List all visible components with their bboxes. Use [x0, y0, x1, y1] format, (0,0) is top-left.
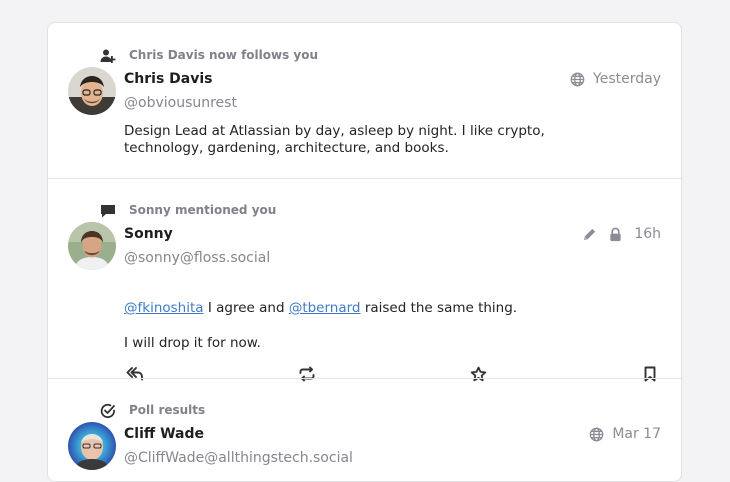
timestamp[interactable]: 16h — [634, 226, 661, 242]
notifications-list: Chris Davis now follows you Chris Davis … — [47, 22, 682, 482]
notification-meta: Mar 17 — [589, 426, 661, 442]
globe-icon — [570, 72, 585, 87]
pencil-icon — [582, 227, 597, 242]
notification-meta: 16h — [582, 226, 661, 242]
person-add-icon — [98, 46, 118, 66]
notification-poll[interactable]: Poll results Cliff Wade @CliffWade@allth… — [48, 379, 681, 481]
notification-context-label: Chris Davis now follows you — [129, 48, 319, 62]
avatar[interactable] — [68, 222, 116, 270]
notification-follow[interactable]: Chris Davis now follows you Chris Davis … — [48, 23, 681, 178]
speech-bubble-icon — [98, 201, 118, 221]
author-name[interactable]: Chris Davis — [124, 71, 212, 87]
author-handle[interactable]: @obviousunrest — [124, 95, 237, 111]
author-handle[interactable]: @sonny@floss.social — [124, 250, 270, 266]
author-name[interactable]: Cliff Wade — [124, 426, 204, 442]
timestamp[interactable]: Yesterday — [593, 71, 661, 87]
profile-bio: Design Lead at Atlassian by day, asleep … — [124, 123, 545, 156]
post-paragraph: I will drop it for now. — [124, 335, 261, 351]
notification-context-label: Poll results — [129, 403, 206, 417]
post-text: raised the same thing. — [364, 300, 518, 316]
post-text: I agree and — [207, 300, 285, 316]
author-name[interactable]: Sonny — [124, 226, 173, 242]
check-circle-icon — [98, 401, 118, 421]
notification-mention[interactable]: Sonny mentioned you Sonny @sonny@floss.s… — [48, 179, 681, 382]
avatar[interactable] — [68, 67, 116, 115]
post-content: @fkinoshita I agree and @tbernard raised… — [124, 300, 624, 317]
notification-meta: Yesterday — [570, 71, 661, 87]
avatar[interactable] — [68, 422, 116, 470]
notification-context-label: Sonny mentioned you — [129, 203, 277, 217]
mention-link[interactable]: @tbernard — [289, 300, 361, 316]
author-handle[interactable]: @CliffWade@allthingstech.social — [124, 450, 353, 466]
timestamp[interactable]: Mar 17 — [612, 426, 661, 442]
lock-icon — [609, 227, 622, 242]
mention-link[interactable]: @fkinoshita — [124, 300, 204, 316]
globe-icon — [589, 427, 604, 442]
